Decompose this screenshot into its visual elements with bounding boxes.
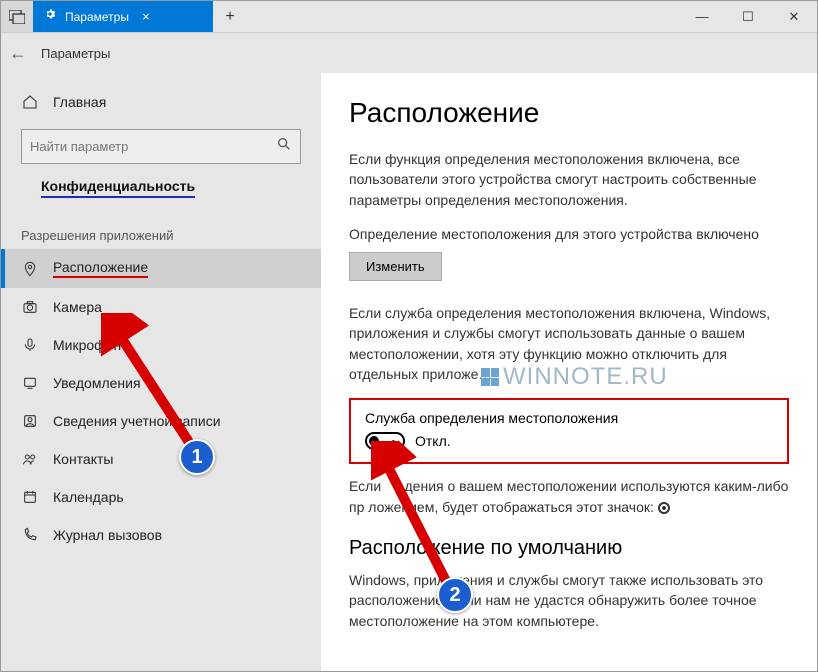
account-icon <box>21 412 39 430</box>
sidebar-item-label: Камера <box>53 299 102 315</box>
sidebar-section-privacy[interactable]: Конфиденциальность <box>41 178 195 198</box>
sidebar-item-label: Расположение <box>53 259 148 278</box>
task-view-icon[interactable] <box>1 1 33 32</box>
content-paragraph: Если дения о вашем местоположении исполь… <box>349 476 789 517</box>
content-paragraph: Если служба определения местоположения в… <box>349 303 789 384</box>
sidebar-item-label: Микрофон <box>53 337 121 353</box>
sidebar-item-label: Журнал вызовов <box>53 527 162 543</box>
notifications-icon <box>21 374 39 392</box>
sidebar-item-microphone[interactable]: Микрофон <box>1 326 321 364</box>
sidebar-item-camera[interactable]: Камера <box>1 288 321 326</box>
sidebar: Главная Конфиденциальность Разрешения пр… <box>1 73 321 671</box>
change-button[interactable]: Изменить <box>349 252 442 281</box>
tab-close-icon[interactable]: × <box>137 8 155 26</box>
sidebar-item-callhistory[interactable]: Журнал вызовов <box>1 516 321 554</box>
sidebar-item-notifications[interactable]: Уведомления <box>1 364 321 402</box>
contacts-icon <box>21 450 39 468</box>
sidebar-group-label: Разрешения приложений <box>21 228 301 243</box>
close-button[interactable]: ✕ <box>771 1 817 32</box>
toggle-state: Откл. <box>415 433 451 449</box>
calendar-icon <box>21 488 39 506</box>
minimize-button[interactable]: — <box>679 1 725 32</box>
sidebar-home[interactable]: Главная <box>1 83 321 121</box>
sidebar-item-label: Сведения учетной записи <box>53 413 221 429</box>
sidebar-home-label: Главная <box>53 94 106 110</box>
location-icon <box>21 260 39 278</box>
page-title: Расположение <box>349 97 789 129</box>
content-pane: Расположение Если функция определения ме… <box>321 73 817 671</box>
sidebar-item-label: Календарь <box>53 489 124 505</box>
active-tab[interactable]: Параметры × <box>33 1 213 32</box>
search-input[interactable] <box>30 139 276 154</box>
home-icon <box>21 93 39 111</box>
titlebar: Параметры × + — ☐ ✕ <box>1 1 817 33</box>
sidebar-item-calendar[interactable]: Календарь <box>1 478 321 516</box>
content-paragraph: Windows, приложения и службы смогут такж… <box>349 570 789 631</box>
breadcrumb: ← Параметры <box>1 33 817 73</box>
sidebar-item-contacts[interactable]: Контакты <box>1 440 321 478</box>
status-line: Определение местоположения для этого уст… <box>349 224 789 244</box>
gear-icon <box>43 7 57 26</box>
camera-icon <box>21 298 39 316</box>
sidebar-item-label: Уведомления <box>53 375 141 391</box>
sidebar-item-label: Контакты <box>53 451 113 467</box>
new-tab-button[interactable]: + <box>213 1 247 32</box>
section-heading: Расположение по умолчанию <box>349 537 789 560</box>
cursor-icon <box>392 440 406 458</box>
search-icon <box>276 136 292 157</box>
window-controls: — ☐ ✕ <box>679 1 817 32</box>
sidebar-item-location[interactable]: Расположение <box>1 249 321 288</box>
location-status-icon <box>658 502 670 514</box>
content-paragraph: Если функция определения местоположения … <box>349 149 789 210</box>
callhistory-icon <box>21 526 39 544</box>
back-button[interactable]: ← <box>9 43 27 64</box>
microphone-icon <box>21 336 39 354</box>
tab-title: Параметры <box>65 10 129 24</box>
toggle-switch[interactable] <box>365 432 405 450</box>
sidebar-item-account[interactable]: Сведения учетной записи <box>1 402 321 440</box>
maximize-button[interactable]: ☐ <box>725 1 771 32</box>
search-box[interactable] <box>21 129 301 164</box>
location-service-toggle-box: Служба определения местоположения Откл. <box>349 398 789 464</box>
breadcrumb-text: Параметры <box>41 46 110 61</box>
toggle-label: Служба определения местоположения <box>365 410 773 426</box>
